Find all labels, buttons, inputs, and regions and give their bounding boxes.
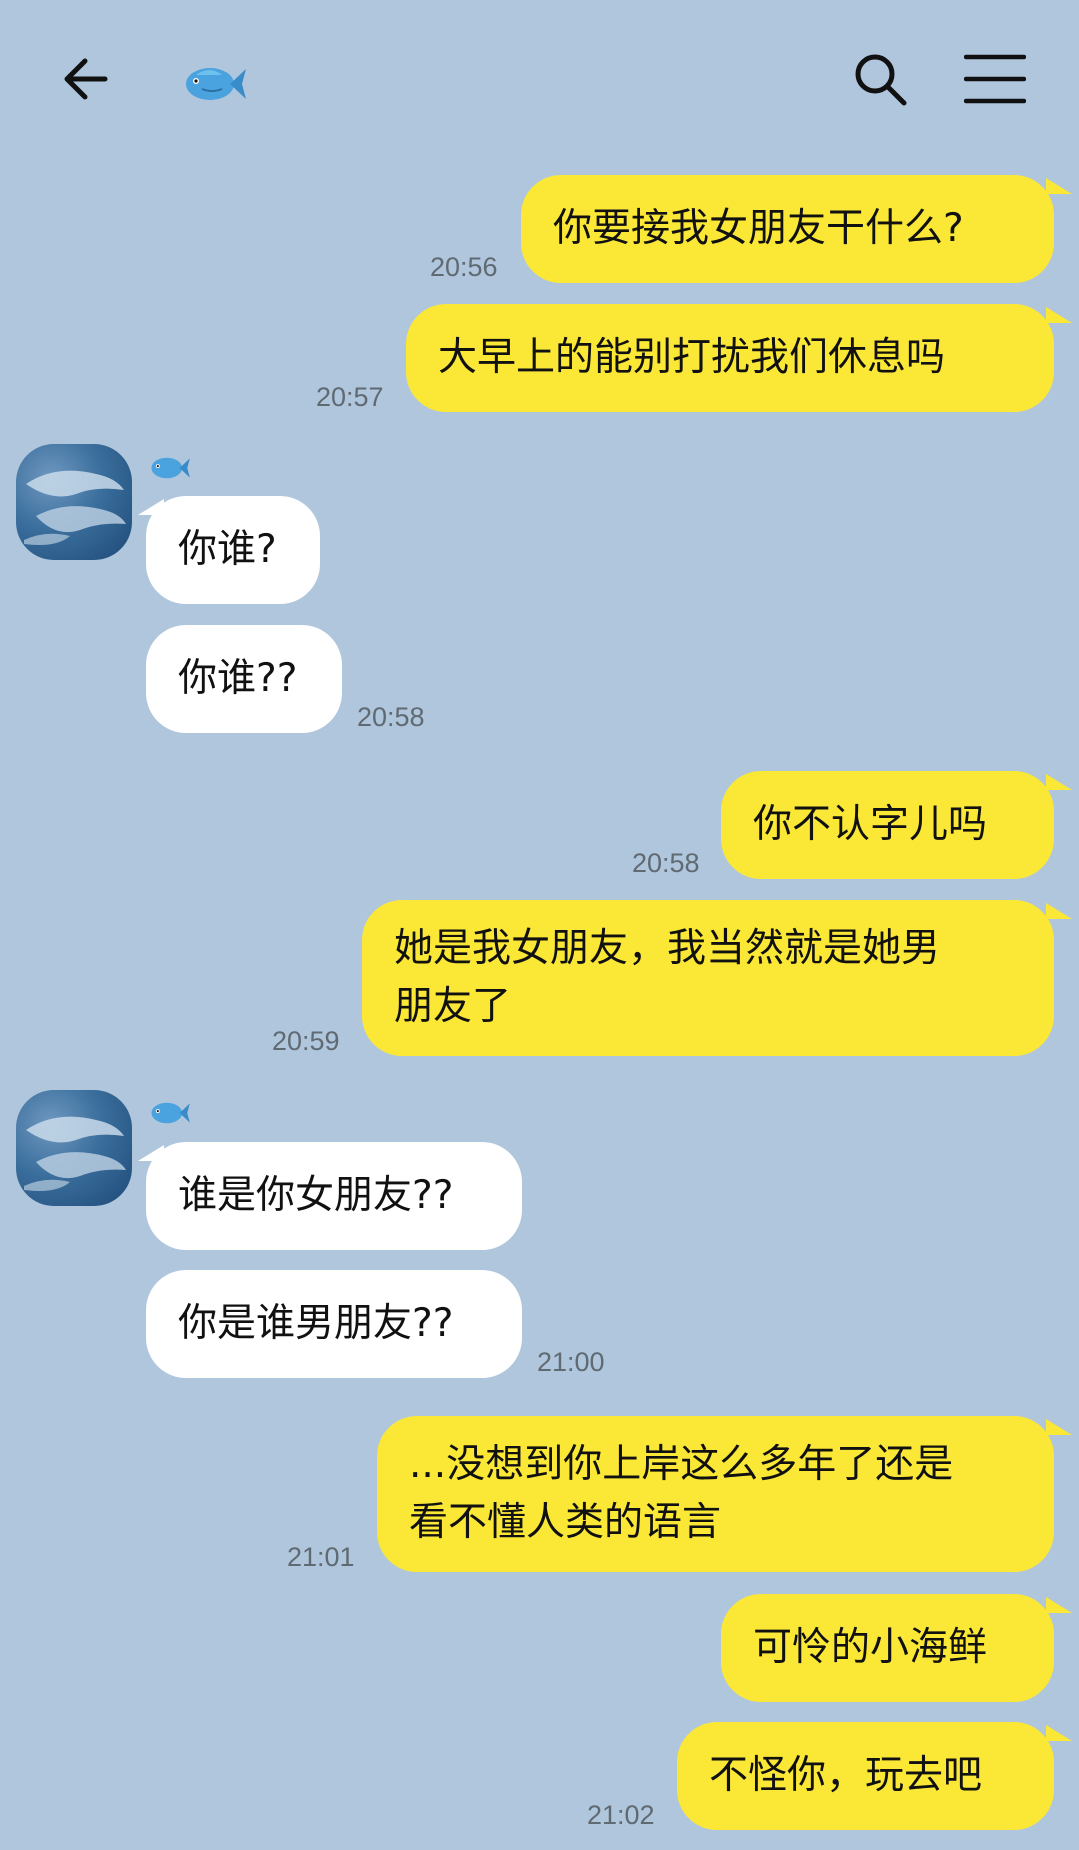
incoming-message[interactable]: 你是谁男朋友?? [146,1270,522,1378]
outgoing-message[interactable]: 你不认字儿吗 [721,771,1054,879]
incoming-message[interactable]: 你谁?? [146,625,342,733]
message-text: 可怜的小海鲜 [753,1625,988,1670]
message-text: 你是谁男朋友?? [178,1301,454,1346]
outgoing-message[interactable]: 你要接我女朋友干什么? [521,175,1054,283]
bubble-tail [138,499,164,515]
fish-emoji-icon [151,457,190,479]
contact-avatar[interactable] [16,444,132,560]
contact-name-fish [148,1097,194,1131]
message-time: 20:59 [272,1026,340,1056]
message-time: 20:57 [316,382,384,412]
dolphin-avatar-image [24,1116,126,1191]
bubble-tail [1046,178,1072,194]
message-text: 不怪你，玩去吧 [709,1753,983,1798]
message-time: 21:00 [537,1347,605,1377]
outgoing-message[interactable]: 大早上的能别打扰我们休息吗 [406,304,1054,412]
incoming-message[interactable]: 你谁? [146,496,320,604]
message-text: 她是我女朋友，我当然就是她男 朋友了 [394,926,941,1029]
message-text: 谁是你女朋友?? [178,1173,454,1218]
message-time: 20:56 [430,252,498,282]
bubble-tail [1046,903,1072,919]
incoming-message[interactable]: 谁是你女朋友?? [146,1142,522,1250]
fish-emoji-icon [151,1102,190,1124]
message-text: 你谁?? [178,656,298,701]
bubble-tail [1046,307,1072,323]
bubble-tail [138,1145,164,1161]
message-text: ...没想到你上岸这么多年了还是 看不懂人类的语言 [409,1442,954,1545]
outgoing-message[interactable]: ...没想到你上岸这么多年了还是 看不懂人类的语言 [377,1416,1054,1572]
outgoing-message[interactable]: 可怜的小海鲜 [721,1594,1054,1702]
dolphin-avatar-image [24,470,126,545]
message-text: 你要接我女朋友干什么? [553,206,964,251]
outgoing-message[interactable]: 不怪你，玩去吧 [677,1722,1054,1830]
contact-name-fish [148,452,194,486]
message-time: 21:01 [287,1542,355,1572]
bubble-tail [1046,774,1072,790]
message-time: 21:02 [587,1800,655,1830]
message-text: 你谁? [178,527,277,572]
message-text: 大早上的能别打扰我们休息吗 [438,335,946,380]
bubble-tail [1046,1419,1072,1435]
bubble-tail [1046,1725,1072,1741]
message-text: 你不认字儿吗 [753,802,988,847]
message-time: 20:58 [357,702,425,732]
message-time: 20:58 [632,848,700,878]
message-list[interactable]: 你要接我女朋友干什么? 20:56 大早上的能别打扰我们休息吗 20:57 你谁… [0,0,1079,1850]
bubble-tail [1046,1597,1072,1613]
outgoing-message[interactable]: 她是我女朋友，我当然就是她男 朋友了 [362,900,1054,1056]
contact-avatar[interactable] [16,1090,132,1206]
